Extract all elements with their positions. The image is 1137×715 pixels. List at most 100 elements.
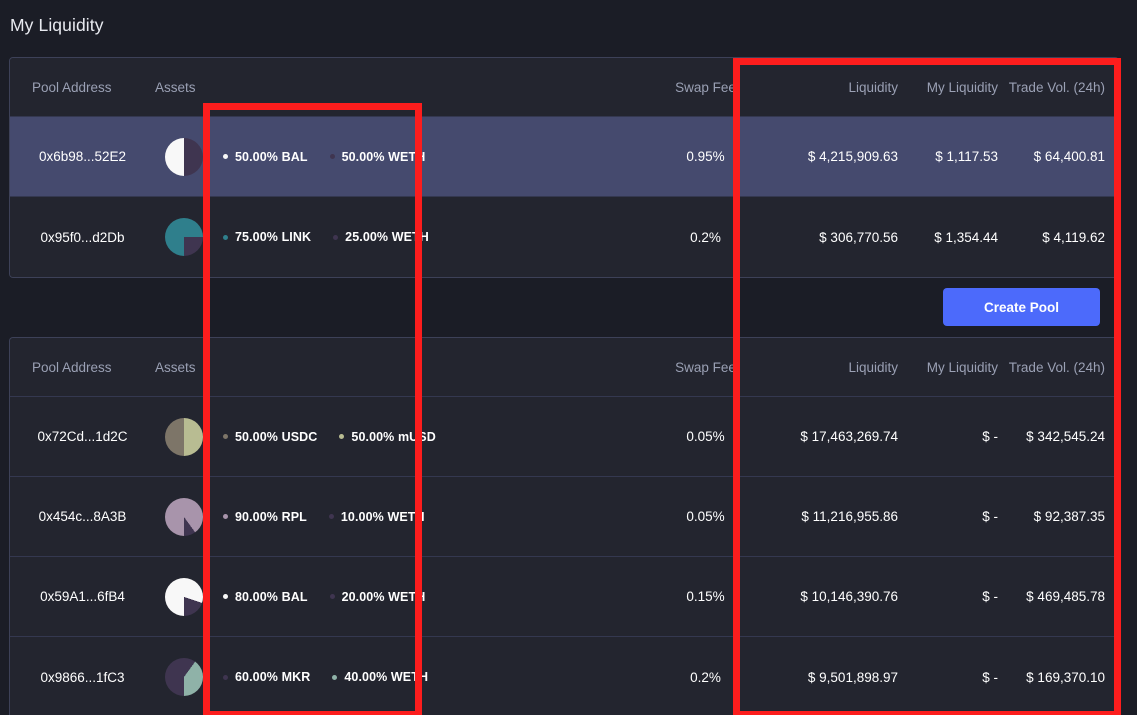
asset-weight-label: 25.00% WETH xyxy=(345,230,429,244)
asset-weight-item: 25.00% WETH xyxy=(333,230,429,244)
asset-weight-item: 60.00% MKR xyxy=(223,670,310,684)
asset-weight-item: 80.00% BAL xyxy=(223,590,308,604)
asset-weight-item: 10.00% WETH xyxy=(329,510,425,524)
swap-fee-cell: 0.2% xyxy=(628,670,783,685)
my-liquidity-cell: $ 1,354.44 xyxy=(898,230,998,245)
swap-fee-cell: 0.15% xyxy=(628,589,783,604)
liquidity-cell: $ 306,770.56 xyxy=(783,230,898,245)
asset-weight-label: 50.00% mUSD xyxy=(351,430,435,444)
liquidity-cell: $ 17,463,269.74 xyxy=(783,429,898,444)
asset-color-dot-icon xyxy=(339,434,344,439)
trade-volume-cell: $ 342,545.24 xyxy=(998,429,1118,444)
column-header-trade-volume[interactable]: Trade Vol. (24h) xyxy=(998,360,1118,375)
asset-weights-pie-icon xyxy=(165,138,203,176)
liquidity-cell: $ 9,501,898.97 xyxy=(783,670,898,685)
column-header-swap-fee[interactable]: Swap Fee xyxy=(628,360,783,375)
swap-fee-cell: 0.05% xyxy=(628,429,783,444)
asset-weight-label: 50.00% WETH xyxy=(342,150,426,164)
my-liquidity-cell: $ - xyxy=(898,429,998,444)
asset-weight-item: 40.00% WETH xyxy=(332,670,428,684)
trade-volume-cell: $ 169,370.10 xyxy=(998,670,1118,685)
asset-weights-pie-icon xyxy=(165,218,203,256)
column-header-pool-address[interactable]: Pool Address xyxy=(10,80,155,95)
pool-address-cell[interactable]: 0x6b98...52E2 xyxy=(10,149,155,164)
pie-chart-cell xyxy=(155,498,213,536)
pie-chart-cell xyxy=(155,658,213,696)
pool-address-cell[interactable]: 0x95f0...d2Db xyxy=(10,230,155,245)
swap-fee-cell: 0.2% xyxy=(628,230,783,245)
asset-weight-item: 50.00% WETH xyxy=(330,150,426,164)
asset-weight-label: 80.00% BAL xyxy=(235,590,308,604)
column-header-liquidity[interactable]: Liquidity xyxy=(783,80,898,95)
shared-pools-toolbar: Create Pool xyxy=(9,278,1119,337)
asset-weight-label: 75.00% LINK xyxy=(235,230,311,244)
asset-color-dot-icon xyxy=(333,235,338,240)
pool-address-cell[interactable]: 0x9866...1fC3 xyxy=(10,670,155,685)
asset-weight-label: 20.00% WETH xyxy=(342,590,426,604)
pool-address-cell[interactable]: 0x72Cd...1d2C xyxy=(10,429,155,444)
table-row[interactable]: 0x59A1...6fB480.00% BAL20.00% WETH0.15%$… xyxy=(10,557,1118,637)
asset-color-dot-icon xyxy=(223,514,228,519)
my-liquidity-page: My Liquidity Pool Address Assets Swap Fe… xyxy=(0,0,1137,715)
column-header-assets[interactable]: Assets xyxy=(155,80,196,95)
my-liquidity-cell: $ 1,117.53 xyxy=(898,149,998,164)
asset-color-dot-icon xyxy=(223,675,228,680)
asset-weight-label: 90.00% RPL xyxy=(235,510,307,524)
column-header-my-liquidity[interactable]: My Liquidity xyxy=(898,80,998,95)
asset-weight-item: 50.00% mUSD xyxy=(339,430,435,444)
table-header-row: Pool Address Assets Swap Fee Liquidity M… xyxy=(10,58,1118,117)
column-header-swap-fee[interactable]: Swap Fee xyxy=(628,80,783,95)
assets-cell: 80.00% BAL 20.00% WETH xyxy=(213,590,628,604)
asset-weights-pie-icon xyxy=(165,658,203,696)
asset-weight-label: 40.00% WETH xyxy=(344,670,428,684)
table-row[interactable]: 0x72Cd...1d2C 50.00% USDC 50.00% mUSD 0.05%… xyxy=(10,397,1118,477)
column-header-assets-icon: Assets xyxy=(155,80,213,95)
pie-chart-cell xyxy=(155,418,213,456)
column-header-trade-volume[interactable]: Trade Vol. (24h) xyxy=(998,80,1118,95)
liquidity-cell: $ 4,215,909.63 xyxy=(783,149,898,164)
asset-color-dot-icon xyxy=(332,675,337,680)
asset-weights-pie-icon xyxy=(165,578,203,616)
assets-cell: 50.00% BAL 50.00% WETH xyxy=(213,150,628,164)
table-row[interactable]: 0x454c...8A3B 90.00% RPL 10.00% WETH 0.05% $… xyxy=(10,477,1118,557)
swap-fee-cell: 0.05% xyxy=(628,509,783,524)
column-header-my-liquidity[interactable]: My Liquidity xyxy=(898,360,998,375)
table-row[interactable]: 0x6b98...52E250.00% BAL50.00% WETH0.95%$… xyxy=(10,117,1118,197)
asset-color-dot-icon xyxy=(223,235,228,240)
asset-color-dot-icon xyxy=(223,154,228,159)
column-header-pool-address[interactable]: Pool Address xyxy=(10,360,155,375)
my-liquidity-table: Pool Address Assets Swap Fee Liquidity M… xyxy=(9,57,1119,278)
asset-weight-item: 50.00% USDC xyxy=(223,430,317,444)
my-liquidity-cell: $ - xyxy=(898,509,998,524)
assets-cell: 75.00% LINK 25.00% WETH xyxy=(213,230,628,244)
shared-pools-table: Pool Address Assets Swap Fee Liquidity M… xyxy=(9,337,1119,715)
column-header-liquidity[interactable]: Liquidity xyxy=(783,360,898,375)
pie-chart-cell xyxy=(155,138,213,176)
asset-weights-pie-icon xyxy=(165,498,203,536)
pool-address-cell[interactable]: 0x454c...8A3B xyxy=(10,509,155,524)
liquidity-cell: $ 10,146,390.76 xyxy=(783,589,898,604)
my-liquidity-cell: $ - xyxy=(898,670,998,685)
swap-fee-cell: 0.95% xyxy=(628,149,783,164)
create-pool-button[interactable]: Create Pool xyxy=(943,288,1100,326)
asset-color-dot-icon xyxy=(330,154,335,159)
column-header-assets-icon: Assets xyxy=(155,360,213,375)
column-header-assets[interactable]: Assets xyxy=(155,360,196,375)
asset-weight-item: 50.00% BAL xyxy=(223,150,308,164)
asset-color-dot-icon xyxy=(223,434,228,439)
table-row[interactable]: 0x9866...1fC360.00% MKR40.00% WETH0.2%$ … xyxy=(10,637,1118,715)
pie-chart-cell xyxy=(155,578,213,616)
table-row[interactable]: 0x95f0...d2Db75.00% LINK25.00% WETH0.2%$… xyxy=(10,197,1118,277)
asset-weights-pie-icon xyxy=(165,418,203,456)
trade-volume-cell: $ 64,400.81 xyxy=(998,149,1118,164)
my-liquidity-cell: $ - xyxy=(898,589,998,604)
asset-weight-label: 10.00% WETH xyxy=(341,510,425,524)
asset-weight-label: 50.00% BAL xyxy=(235,150,308,164)
asset-weight-item: 20.00% WETH xyxy=(330,590,426,604)
pool-address-cell[interactable]: 0x59A1...6fB4 xyxy=(10,589,155,604)
asset-color-dot-icon xyxy=(329,514,334,519)
trade-volume-cell: $ 4,119.62 xyxy=(998,230,1118,245)
pie-chart-cell xyxy=(155,218,213,256)
asset-weight-item: 75.00% LINK xyxy=(223,230,311,244)
table-header-row: Pool Address Assets Swap Fee Liquidity M… xyxy=(10,338,1118,397)
